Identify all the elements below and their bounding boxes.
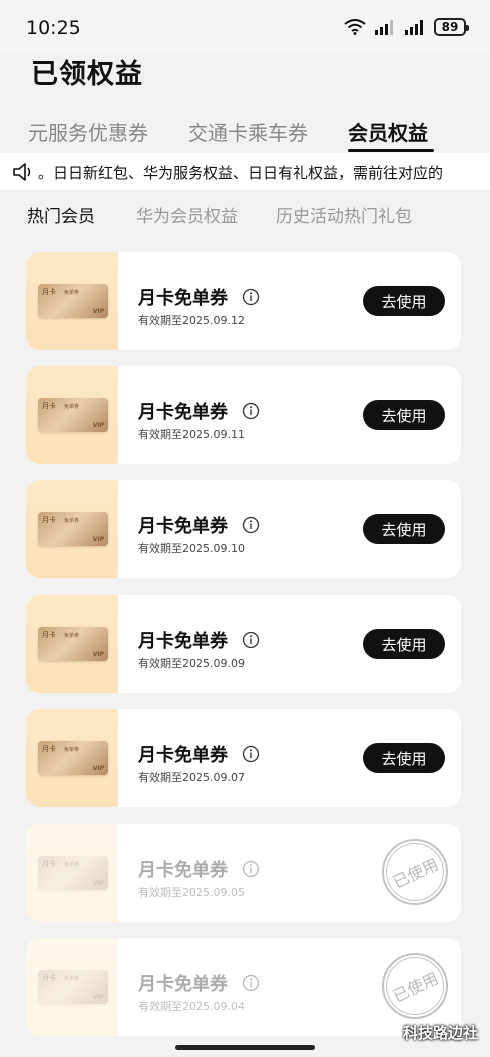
coupon-card[interactable]: 月卡 免单券 VIP 月卡免单券 有效期至2025.09.11 去使用 [26, 366, 461, 464]
coupon-card[interactable]: 月卡 免单券 VIP 月卡免单券 有效期至2025.09.12 去使用 [26, 252, 461, 350]
info-icon[interactable] [242, 860, 260, 882]
info-icon[interactable] [242, 745, 260, 767]
coupon-thumbnail: 月卡 免单券 VIP [26, 824, 118, 922]
vip-card-image: 月卡 免单券 VIP [38, 856, 108, 890]
vip-card-vip: VIP [92, 308, 104, 315]
vip-card-image: 月卡 免单券 VIP [38, 398, 108, 432]
info-icon[interactable] [242, 288, 260, 310]
use-coupon-button[interactable]: 去使用 [363, 400, 445, 430]
signal-icon [404, 19, 426, 35]
vip-card-label: 月卡 [42, 974, 56, 982]
notice-text: 。日日新红包、华为服务权益、日日有礼权益，需前往对应的 [38, 164, 444, 182]
watermark: 科技路边社 [402, 1024, 478, 1042]
coupon-thumbnail: 月卡 免单券 VIP [26, 480, 118, 578]
vip-card-label: 月卡 [42, 860, 56, 868]
vip-card-image: 月卡 免单券 VIP [38, 284, 108, 318]
coupon-validity: 有效期至2025.09.05 [138, 886, 245, 899]
coupon-card[interactable]: 月卡 免单券 VIP 月卡免单券 有效期至2025.09.05 已使用 [26, 824, 461, 922]
tab-service-coupons[interactable]: 元服务优惠券 [28, 117, 148, 146]
vip-card-label: 月卡 [42, 516, 56, 524]
tab-member-benefits[interactable]: 会员权益 [348, 117, 428, 146]
coupon-card[interactable]: 月卡 免单券 VIP 月卡免单券 有效期至2025.09.10 去使用 [26, 480, 461, 578]
coupon-validity: 有效期至2025.09.04 [138, 1000, 245, 1013]
vip-card-vip: VIP [92, 994, 104, 1001]
status-icons: 89 [344, 18, 469, 36]
vip-card-vip: VIP [92, 765, 104, 772]
vip-card-vip: VIP [92, 880, 104, 887]
use-coupon-button[interactable]: 去使用 [363, 743, 445, 773]
vip-card-image: 月卡 免单券 VIP [38, 512, 108, 546]
battery-icon: 89 [434, 18, 469, 36]
info-icon[interactable] [242, 516, 260, 538]
vip-card-sublabel: 免单券 [64, 518, 80, 524]
vip-card-image: 月卡 免单券 VIP [38, 741, 108, 775]
coupon-card[interactable]: 月卡 免单券 VIP 月卡免单券 有效期至2025.09.04 已使用 [26, 938, 461, 1036]
vip-card-sublabel: 免单券 [64, 633, 80, 639]
subtab-bar: 热门会员 华为会员权益 历史活动热门礼包 [0, 200, 490, 230]
info-icon[interactable] [242, 974, 260, 996]
info-icon[interactable] [242, 402, 260, 424]
tab-transit-coupons[interactable]: 交通卡乘车券 [188, 117, 308, 146]
coupon-thumbnail: 月卡 免单券 VIP [26, 709, 118, 807]
vip-card-sublabel: 免单券 [64, 976, 80, 982]
coupon-validity: 有效期至2025.09.11 [138, 428, 245, 441]
vip-card-sublabel: 免单券 [64, 290, 80, 296]
info-icon[interactable] [242, 631, 260, 653]
coupon-card[interactable]: 月卡 免单券 VIP 月卡免单券 有效期至2025.09.07 去使用 [26, 709, 461, 807]
vip-card-label: 月卡 [42, 745, 56, 753]
subtab-history-gifts[interactable]: 历史活动热门礼包 [276, 202, 412, 227]
page-title: 已领权益 [31, 59, 143, 90]
vip-card-vip: VIP [92, 422, 104, 429]
vip-card-label: 月卡 [42, 631, 56, 639]
coupon-name: 月卡免单券 [138, 402, 228, 423]
notice-banner: 。日日新红包、华为服务权益、日日有礼权益，需前往对应的 [0, 153, 490, 190]
coupon-name: 月卡免单券 [138, 631, 228, 652]
vip-card-label: 月卡 [42, 288, 56, 296]
speaker-icon [12, 162, 34, 186]
used-stamp: 已使用 [382, 839, 448, 905]
home-indicator [175, 1045, 315, 1050]
coupon-name: 月卡免单券 [138, 745, 228, 766]
vip-card-sublabel: 免单券 [64, 862, 80, 868]
signal-icon [374, 19, 396, 35]
coupon-thumbnail: 月卡 免单券 VIP [26, 938, 118, 1036]
coupon-thumbnail: 月卡 免单券 VIP [26, 252, 118, 350]
coupon-card[interactable]: 月卡 免单券 VIP 月卡免单券 有效期至2025.09.09 去使用 [26, 595, 461, 693]
coupon-validity: 有效期至2025.09.07 [138, 771, 245, 784]
status-time: 10:25 [26, 17, 81, 39]
subtab-huawei-member[interactable]: 华为会员权益 [136, 202, 238, 227]
vip-card-vip: VIP [92, 536, 104, 543]
coupon-name: 月卡免单券 [138, 974, 228, 995]
used-stamp: 已使用 [382, 953, 448, 1019]
coupon-validity: 有效期至2025.09.09 [138, 657, 245, 670]
vip-card-image: 月卡 免单券 VIP [38, 627, 108, 661]
vip-card-sublabel: 免单券 [64, 747, 80, 753]
tab-bar: 元服务优惠券 交通卡乘车券 会员权益 [0, 112, 490, 152]
use-coupon-button[interactable]: 去使用 [363, 629, 445, 659]
status-bar: 10:25 89 [0, 0, 490, 54]
coupon-name: 月卡免单券 [138, 288, 228, 309]
coupon-name: 月卡免单券 [138, 860, 228, 881]
coupon-validity: 有效期至2025.09.12 [138, 314, 245, 327]
subtab-popular-members[interactable]: 热门会员 [27, 202, 95, 227]
wifi-icon [344, 19, 366, 35]
vip-card-image: 月卡 免单券 VIP [38, 970, 108, 1004]
vip-card-label: 月卡 [42, 402, 56, 410]
coupon-thumbnail: 月卡 免单券 VIP [26, 595, 118, 693]
vip-card-vip: VIP [92, 651, 104, 658]
use-coupon-button[interactable]: 去使用 [363, 286, 445, 316]
vip-card-sublabel: 免单券 [64, 404, 80, 410]
coupon-name: 月卡免单券 [138, 516, 228, 537]
coupon-thumbnail: 月卡 免单券 VIP [26, 366, 118, 464]
use-coupon-button[interactable]: 去使用 [363, 514, 445, 544]
active-tab-indicator [348, 149, 434, 152]
coupon-validity: 有效期至2025.09.10 [138, 542, 245, 555]
